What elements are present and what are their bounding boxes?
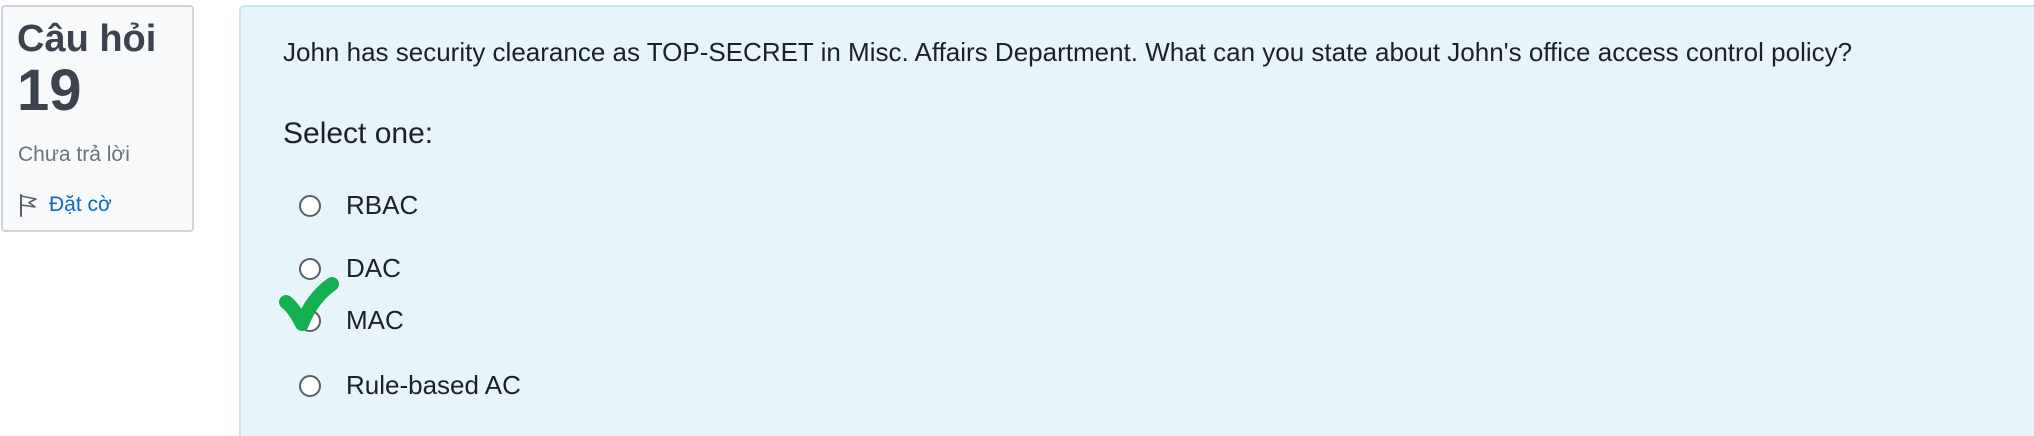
question-content: John has security clearance as TOP-SECRE…: [239, 5, 2034, 436]
flag-icon: [17, 193, 41, 217]
question-text: John has security clearance as TOP-SECRE…: [283, 37, 1853, 67]
question-number: 19: [17, 58, 82, 123]
green-check-mark-icon: [279, 277, 339, 331]
option-label: MAC: [346, 305, 404, 335]
flag-label: Đặt cờ: [49, 193, 112, 216]
option-rule-based-ac[interactable]: Rule-based AC: [299, 370, 521, 401]
question-label: Câu hỏi: [17, 18, 157, 60]
option-label: Rule-based AC: [346, 370, 521, 400]
select-one-prompt: Select one:: [283, 117, 434, 150]
option-label: RBAC: [346, 190, 419, 220]
flag-question-link[interactable]: Đặt cờ: [17, 193, 112, 217]
option-label: DAC: [346, 253, 401, 283]
question-info-panel: Câu hỏi 19 Chưa trả lời Đặt cờ: [1, 5, 194, 232]
radio-rbac[interactable]: [299, 194, 321, 217]
question-state: Chưa trả lời: [18, 143, 130, 166]
option-rbac[interactable]: RBAC: [299, 190, 418, 221]
radio-rule-based-ac[interactable]: [299, 374, 321, 397]
